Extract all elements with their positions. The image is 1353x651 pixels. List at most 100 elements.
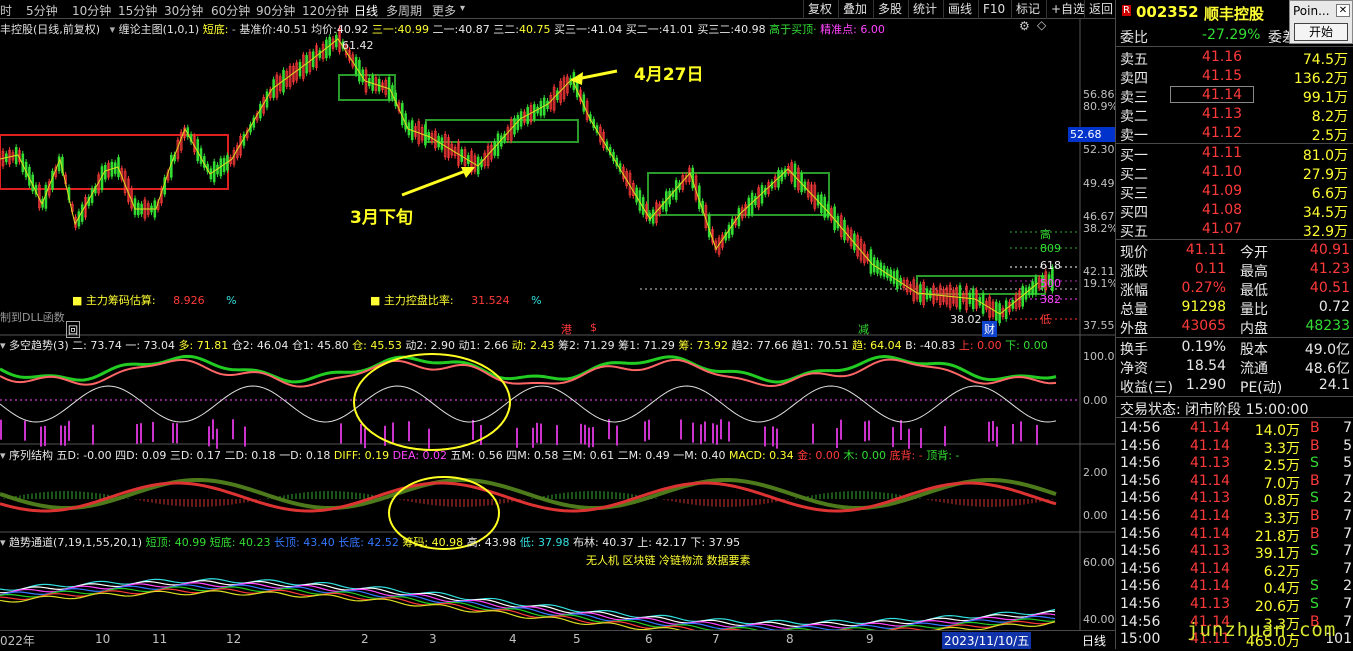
p2-bar [140,423,142,444]
p2-bar [692,422,694,443]
tab-daily[interactable]: 日线 [354,2,378,19]
p2-bar [864,421,866,442]
point-popup[interactable]: Poin... ✕ 开始 [1289,0,1353,44]
stat-label: 换手 [1120,342,1148,358]
price-axis-tick: 52.30 [1083,143,1115,156]
p2-bar [580,423,582,444]
panel2-item: 筹2: 71.29 [557,339,615,352]
p2-bar [216,428,218,449]
add-favorite-button[interactable]: +自选 [1046,0,1089,19]
panel3-chevron-icon[interactable]: ▾ [0,449,6,462]
stat-label: 最高 [1240,264,1268,280]
period-toolbar: 时 5分钟 10分钟 15分钟 30分钟 60分钟 90分钟 120分钟 日线 … [0,0,1115,19]
tick-count: 7 [1343,420,1352,436]
stat-label: 净资 [1120,361,1148,377]
tab-90min[interactable]: 90分钟 [256,2,295,19]
tab-120min[interactable]: 120分钟 [302,2,349,19]
tab-minute[interactable]: 时 [0,2,12,19]
panel2-item: 多: 71.81 [178,339,229,352]
order-label: 买五 [1120,224,1148,240]
tab-30min[interactable]: 30分钟 [164,2,203,19]
stat-value: 0.27% [1181,280,1226,296]
p2-bar [384,425,386,446]
tick-row: 14:56 41.13 0.8万 S 2 [1116,489,1353,509]
p2-bar [516,427,518,448]
tick-count: 7 [1343,508,1352,524]
tab-10min[interactable]: 10分钟 [72,2,111,19]
panel2-chevron-icon[interactable]: ▾ [0,339,6,352]
time-axis-tick: 8 [786,632,794,646]
period-label[interactable]: 日线 [1082,632,1106,649]
tick-row: 14:56 41.14 21.8万 B 7 [1116,525,1353,545]
buy-order-row: 买三 41.09 6.6万 [1116,182,1353,202]
order-label: 买二 [1120,167,1148,183]
panel3-title[interactable]: 序列结构 [9,449,53,462]
p2-bar [608,419,610,440]
quote-panel: R 002352 顺丰控股 委比 -27.29% 委差 卖五 41.16 74.5万… [1115,0,1353,650]
time-axis-tick: 9 [866,632,874,646]
mark-button[interactable]: 标记 [1011,0,1044,19]
panel3-item: 三D: 0.17 [169,449,222,462]
p2-bar [616,425,618,446]
back-button[interactable]: 返回 [1084,0,1117,19]
settings-gear-icon[interactable]: ⚙ [1019,19,1030,33]
f10-button[interactable]: F10 [978,0,1009,19]
short-bottom-label: 短底: [202,23,229,36]
start-button[interactable]: 开始 [1294,23,1348,41]
time-axis-tick: 022年 [0,634,35,648]
tick-row: 14:56 41.14 14.0万 B 7 [1116,419,1353,439]
more-chevron-icon[interactable]: ▾ [460,3,465,14]
tick-time: 14:56 [1120,455,1161,472]
p2-bar [556,425,558,446]
order-label: 卖一 [1120,128,1148,144]
p2-bar [712,423,714,444]
order-label: 卖五 [1120,52,1148,68]
control-percent: % [531,294,542,307]
indicator-chevron-icon[interactable]: ▾ [110,23,116,36]
order-volume: 74.5万 [1302,52,1348,68]
stat-label: 流通 [1240,361,1268,377]
multi-stock-button[interactable]: 多股 [873,0,906,19]
order-label: 买四 [1120,205,1148,221]
p2-bar [648,419,650,440]
hui-badge: 回 [66,321,80,338]
stat-label: 外盘 [1120,321,1148,337]
tab-5min[interactable]: 5分钟 [26,2,58,19]
indicator-name[interactable]: 缠论主图(1,0,1) [119,23,200,36]
p2-bar [772,426,774,447]
collapse-chevron-icon[interactable]: ◇ [1037,18,1046,32]
panel2-axis-tick: 100.0 [1083,350,1115,363]
draw-line-button[interactable]: 画线 [943,0,976,19]
chart-area[interactable]: 丰控股(日线,前复权) ▾ 缠论主图(1,0,1) 短底: - 基准价:40.5… [0,18,1118,631]
statistics-button[interactable]: 统计 [908,0,941,19]
tab-60min[interactable]: 60分钟 [211,2,250,19]
order-price: 41.12 [1202,125,1243,141]
panel2-title[interactable]: 多空趋势(3) [9,339,69,352]
buy-er1-label: 买二一: [625,23,663,36]
sell-order-row: 卖五 41.16 74.5万 [1116,48,1353,68]
panel4-title[interactable]: 趋势通道(7,19,1,55,20,1) [9,536,142,549]
p2-bar [364,428,366,449]
panel3-header: ▾ 序列结构 五D: -0.00 四D: 0.09 三D: 0.17 二D: 0… [0,447,959,463]
panel3-item: 三M: 0.61 [561,449,615,462]
chip-estimate: ■ 主力筹码估算: 8.926 % [72,294,237,307]
stat-row: 总量 91298 量比 0.72 [1116,298,1353,318]
stock-title: 丰控股(日线,前复权) [0,23,101,36]
san1-label: 三一: [371,23,398,36]
buy-order-row: 买一 41.11 81.0万 [1116,144,1353,164]
order-volume: 8.2万 [1311,109,1348,125]
tick-price: 41.14 [1190,525,1231,542]
tab-15min[interactable]: 15分钟 [118,2,157,19]
overlay-button[interactable]: 叠加 [838,0,871,19]
panel4-chevron-icon[interactable]: ▾ [0,536,6,549]
close-icon[interactable]: ✕ [1336,4,1350,17]
tab-more[interactable]: 更多 [432,2,456,19]
time-axis-tick: 7 [712,632,720,646]
sequence-structure-series [0,478,1057,513]
restore-rights-button[interactable]: 复权 [803,0,836,19]
tab-multi-period[interactable]: 多周期 [386,2,422,19]
tick-side: S [1310,578,1319,595]
control-ratio-label: 主力控盘比率: [383,294,454,307]
trend-channel-series [0,578,1056,631]
tick-price: 41.13 [1190,543,1231,560]
